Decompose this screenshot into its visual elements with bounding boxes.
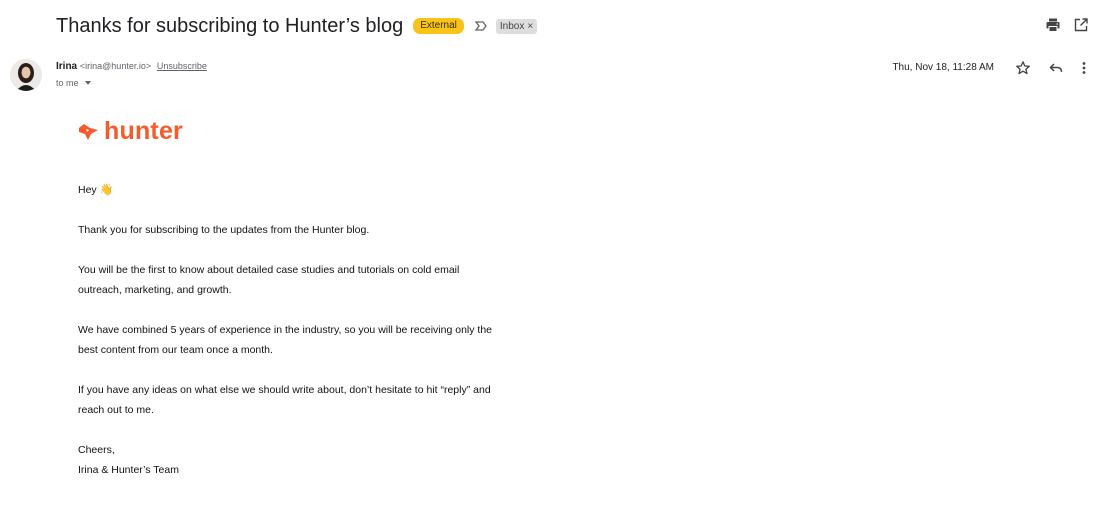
paragraph-4-line-2: reach out to me.: [78, 404, 154, 416]
external-badge: External: [413, 18, 464, 34]
greeting-text: Hey: [78, 184, 97, 196]
star-icon[interactable]: [1015, 60, 1031, 76]
email-date: Thu, Nov 18, 11:28 AM: [892, 62, 994, 73]
inbox-label: Inbox ×: [495, 18, 538, 34]
email-body: Hey 👋 Thank you for subscribing to the u…: [78, 180, 538, 500]
email-view: Thanks for subscribing to Hunter’s blog …: [0, 0, 1099, 514]
open-in-new-window-icon[interactable]: [1073, 17, 1089, 33]
sender-email: <irina@hunter.io>: [79, 61, 152, 71]
chevron-down-icon: [84, 81, 91, 85]
unsubscribe-link[interactable]: Unsubscribe: [157, 61, 207, 71]
important-marker-icon[interactable]: [474, 19, 488, 33]
recipients-toggle[interactable]: to me: [56, 78, 91, 88]
message-actions: [1015, 60, 1087, 76]
greeting: Hey 👋: [78, 180, 538, 200]
signoff: Cheers,: [78, 444, 115, 456]
paragraph-2-line-2: outreach, marketing, and growth.: [78, 284, 232, 296]
signoff-block: Cheers, Irina & Hunter’s Team: [78, 440, 538, 480]
more-vert-icon[interactable]: [1081, 60, 1087, 76]
paragraph-2-line-1: You will be the first to know about deta…: [78, 264, 460, 276]
reply-icon[interactable]: [1048, 60, 1064, 76]
paragraph-1: Thank you for subscribing to the updates…: [78, 224, 370, 236]
signature: Irina & Hunter’s Team: [78, 464, 179, 476]
recipients-text: to me: [56, 78, 79, 88]
subject-row: Thanks for subscribing to Hunter’s blog …: [56, 12, 538, 40]
paragraph-4-line-1: If you have any ideas on what else we sh…: [78, 384, 491, 396]
print-icon[interactable]: [1045, 17, 1061, 33]
email-subject: Thanks for subscribing to Hunter’s blog: [56, 14, 404, 37]
paragraph-3: We have combined 5 years of experience i…: [78, 320, 538, 360]
logo-text: hunter: [104, 117, 183, 145]
sender-name[interactable]: Irina: [56, 61, 77, 72]
thread-actions: [1045, 17, 1089, 33]
hunter-logo: hunter: [78, 117, 183, 146]
paragraph-3-line-2: best content from our team once a month.: [78, 344, 273, 356]
fox-logo-icon: [79, 123, 98, 140]
remove-label-button[interactable]: ×: [527, 20, 533, 33]
paragraph-2: You will be the first to know about deta…: [78, 260, 538, 300]
sender-line: Irina <irina@hunter.io> Unsubscribe: [56, 61, 207, 72]
waving-hand-emoji: 👋: [99, 184, 114, 196]
paragraph-3-line-1: We have combined 5 years of experience i…: [78, 324, 493, 336]
inbox-label-text: Inbox: [499, 20, 525, 32]
paragraph-4: If you have any ideas on what else we sh…: [78, 380, 538, 420]
avatar[interactable]: [10, 59, 42, 91]
